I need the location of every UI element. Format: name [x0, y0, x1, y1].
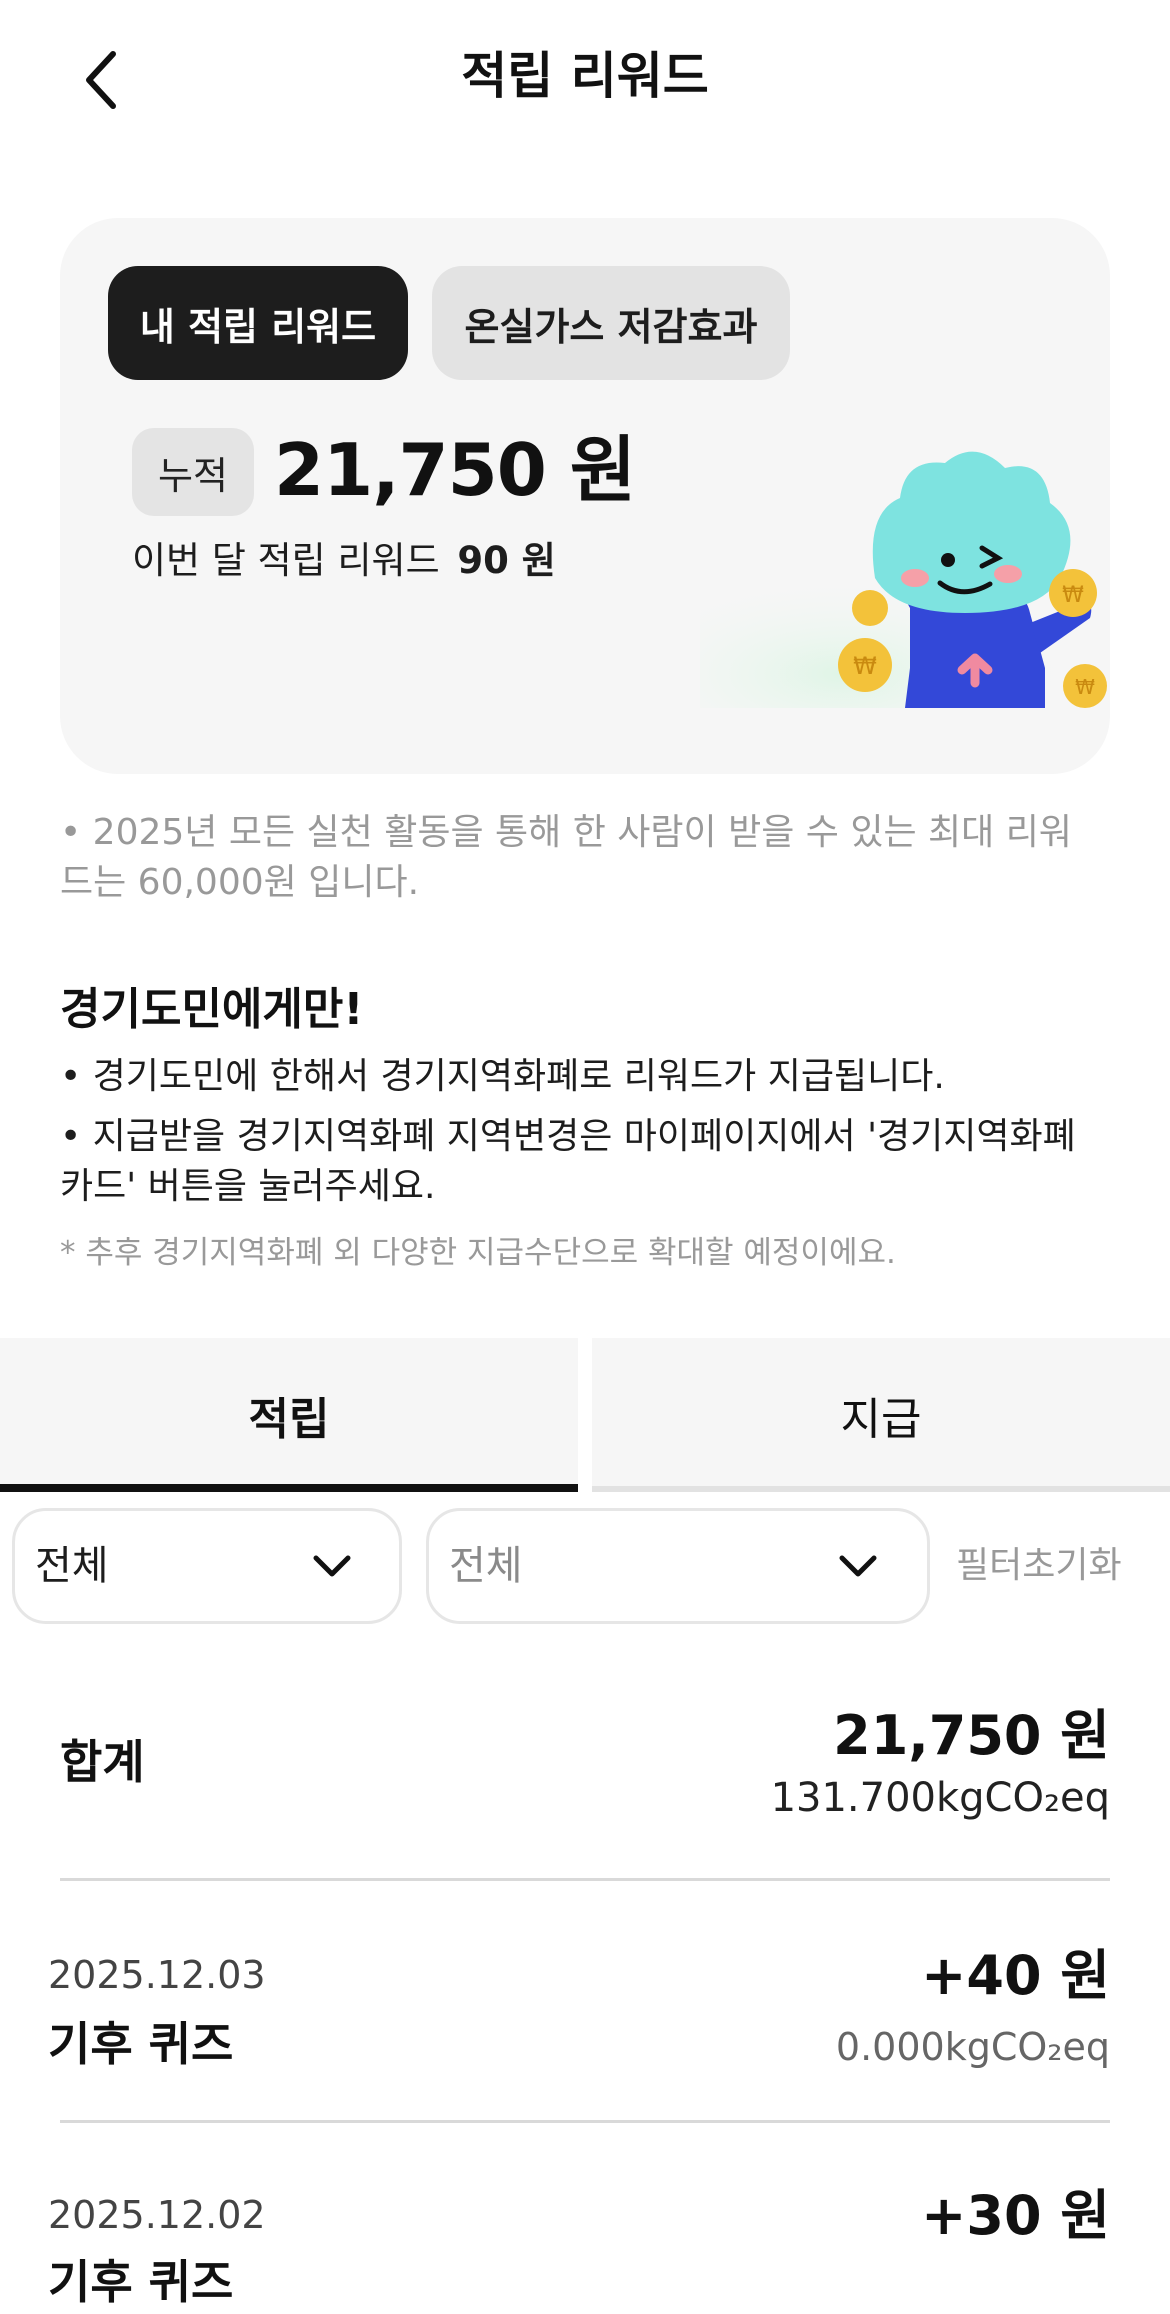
svg-text:₩: ₩: [853, 652, 877, 680]
total-amount: 21,750 원: [833, 1704, 1110, 1767]
divider: [60, 1878, 1110, 1881]
active-tab-indicator: [0, 1484, 578, 1492]
chevron-down-icon: [307, 1541, 357, 1591]
total-co2: 131.700kgCO₂eq: [770, 1775, 1110, 1821]
promo-note: * 추후 경기지역화폐 외 다양한 지급수단으로 확대할 예정이에요.: [60, 1235, 896, 1271]
promo-item: • 경기도민에 한해서 경기지역화폐로 리워드가 지급됩니다.: [60, 1056, 945, 1097]
tab-underline: [592, 1486, 1170, 1492]
app-header: 적립 리워드: [0, 0, 1170, 160]
category-filter-select[interactable]: 전체: [12, 1508, 402, 1624]
monthly-reward-label: 이번 달 적립 리워드: [132, 539, 440, 582]
svg-text:₩: ₩: [1062, 583, 1084, 608]
select-value: 전체: [35, 1543, 109, 1589]
promo-item: • 지급받을 경기지역화폐 지역변경은 마이페이지에서 '경기지역화폐 카드' …: [60, 1116, 1076, 1207]
tab-save[interactable]: 적립: [0, 1338, 578, 1492]
monthly-reward-amount: 90 원: [457, 539, 556, 582]
chevron-down-icon: [833, 1541, 883, 1591]
tab-pay[interactable]: 지급: [592, 1338, 1170, 1492]
cumulative-amount: 21,750 원: [274, 428, 636, 512]
reward-summary-card: 내 적립 리워드 온실가스 저감효과 누적 21,750 원 이번 달 적립 리…: [60, 218, 1110, 774]
page-title: 적립 리워드: [461, 47, 709, 105]
entry-date: 2025.12.03: [48, 1953, 266, 1997]
entry-amount: +40 원: [921, 1944, 1110, 2007]
promo-title: 경기도민에게만!: [60, 984, 364, 1035]
monthly-reward-line: 이번 달 적립 리워드 90 원: [132, 536, 556, 586]
total-label: 합계: [60, 1735, 145, 1789]
history-tabs: 적립 지급: [0, 1338, 1170, 1492]
entry-amount: +30 원: [921, 2184, 1110, 2247]
tab-my-rewards[interactable]: 내 적립 리워드: [108, 266, 408, 380]
select-value: 전체: [449, 1543, 523, 1589]
entry-title: 기후 퀴즈: [48, 2255, 234, 2309]
cumulative-badge: 누적: [132, 428, 254, 516]
entry-title: 기후 퀴즈: [48, 2017, 234, 2071]
period-filter-select[interactable]: 전체: [426, 1508, 930, 1624]
filter-reset-button[interactable]: 필터초기화: [956, 1508, 1122, 1624]
entry-date: 2025.12.02: [48, 2193, 266, 2237]
max-reward-notice: • 2025년 모든 실천 활동을 통해 한 사람이 받을 수 있는 최대 리워…: [60, 812, 1072, 903]
mascot-character-icon: ₩ ₩ ₩: [700, 451, 1110, 708]
entry-co2: 0.000kgCO₂eq: [835, 2025, 1110, 2069]
svg-text:₩: ₩: [1075, 675, 1095, 699]
divider: [60, 2120, 1110, 2123]
tab-ghg-reduction[interactable]: 온실가스 저감효과: [432, 266, 790, 380]
